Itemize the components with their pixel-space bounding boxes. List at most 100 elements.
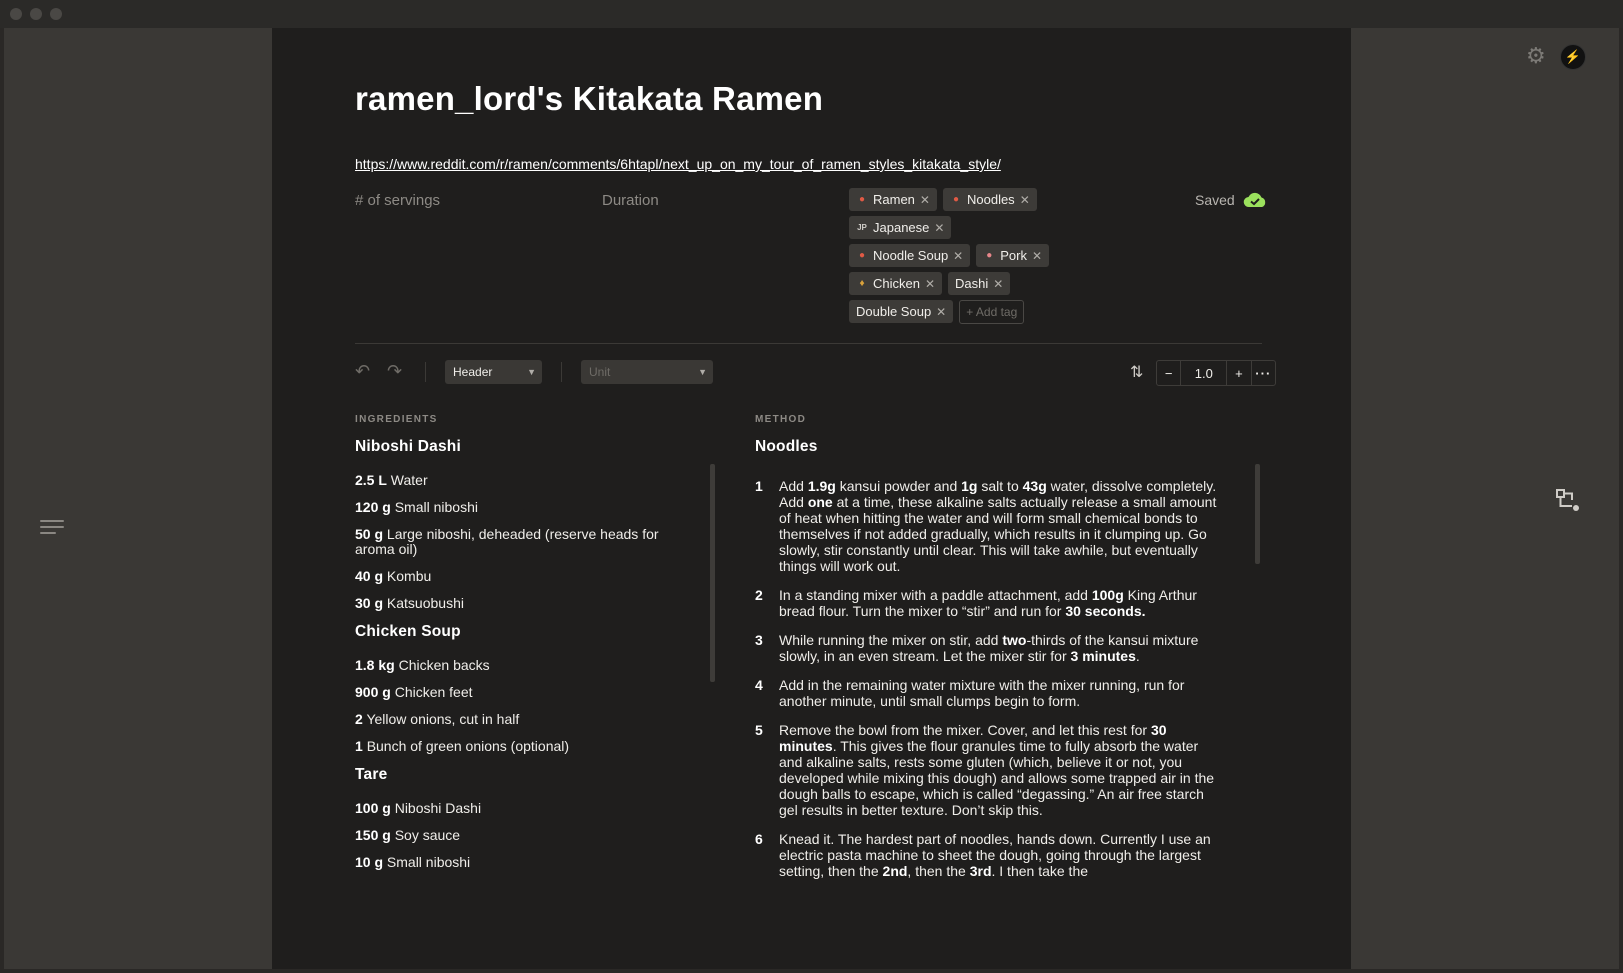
method-list: Noodles 1 Add 1.9g kansui powder and 1g s… xyxy=(755,438,1225,892)
tag-row: JP Japanese ✕ xyxy=(849,216,1079,239)
ingredient-item[interactable]: 900 g Chicken feet xyxy=(355,685,675,700)
method-group-title[interactable]: Noodles xyxy=(755,438,1225,456)
ingredient-item[interactable]: 2 Yellow onions, cut in half xyxy=(355,712,675,727)
add-tag-input[interactable]: + Add tag xyxy=(959,300,1025,324)
redo-icon[interactable]: ↷ xyxy=(387,361,402,382)
tag-chip[interactable]: ● Ramen ✕ xyxy=(849,188,937,211)
flow-icon[interactable] xyxy=(1555,488,1581,514)
ingredient-name: Soy sauce xyxy=(394,827,461,843)
remove-tag-icon[interactable]: ✕ xyxy=(936,305,946,319)
avatar[interactable]: ⚡ xyxy=(1560,44,1586,70)
tag-row: ● Ramen ✕ ● Noodles ✕ xyxy=(849,188,1079,211)
ingredient-name: Large niboshi, deheaded (reserve heads f… xyxy=(355,526,659,557)
method-step[interactable]: 4 Add in the remaining water mixture with… xyxy=(755,677,1225,709)
remove-tag-icon[interactable]: ✕ xyxy=(934,221,944,235)
tag-chip[interactable]: Double Soup ✕ xyxy=(849,300,954,323)
ingredient-item[interactable]: 1 Bunch of green onions (optional) xyxy=(355,739,675,754)
remove-tag-icon[interactable]: ✕ xyxy=(993,277,1003,291)
remove-tag-icon[interactable]: ✕ xyxy=(1032,249,1042,263)
menu-icon[interactable] xyxy=(40,520,64,536)
ingredient-name: Yellow onions, cut in half xyxy=(366,711,520,727)
decrement-button[interactable]: − xyxy=(1157,361,1180,385)
tag-chip[interactable]: Dashi ✕ xyxy=(948,272,1011,295)
scale-stepper: − 1.0 + ··· xyxy=(1156,360,1276,386)
increment-button[interactable]: + xyxy=(1227,361,1250,385)
undo-icon[interactable]: ↶ xyxy=(355,361,370,382)
ingredient-item[interactable]: 2.5 L Water xyxy=(355,473,675,488)
ingredient-item[interactable]: 1.8 kg Chicken backs xyxy=(355,658,675,673)
ingredient-name: Small niboshi xyxy=(394,499,478,515)
tag-label: Double Soup xyxy=(856,304,932,319)
chevron-down-icon: ▼ xyxy=(527,367,536,377)
method-step[interactable]: 3 While running the mixer on stir, add tw… xyxy=(755,632,1225,664)
close-window-button[interactable] xyxy=(10,8,22,20)
pig-icon: ● xyxy=(986,250,993,261)
ingredient-quantity: 150 g xyxy=(355,827,391,843)
tag-chip[interactable]: ♦ Chicken ✕ xyxy=(849,272,943,295)
ingredient-item[interactable]: 100 g Niboshi Dashi xyxy=(355,801,675,816)
tag-chip[interactable]: ● Noodles ✕ xyxy=(942,188,1037,211)
header-divider xyxy=(355,343,1262,344)
gear-icon[interactable]: ⚙ xyxy=(1526,45,1548,67)
method-scrollbar[interactable] xyxy=(1255,464,1260,564)
tag-label: Noodles xyxy=(966,192,1015,207)
scale-value[interactable]: 1.0 xyxy=(1180,361,1228,385)
ingredient-quantity: 2.5 L xyxy=(355,472,387,488)
more-options-button[interactable]: ··· xyxy=(1250,361,1275,385)
maximize-window-button[interactable] xyxy=(50,8,62,20)
method-step[interactable]: 1 Add 1.9g kansui powder and 1g salt to 4… xyxy=(755,478,1225,574)
step-text: Remove the bowl from the mixer. Cover, a… xyxy=(779,722,1215,818)
ingredient-item[interactable]: 40 g Kombu xyxy=(355,569,675,584)
remove-tag-icon[interactable]: ✕ xyxy=(925,277,935,291)
ingredient-group-title[interactable]: Tare xyxy=(355,766,675,784)
ingredient-quantity: 30 g xyxy=(355,595,384,611)
ingredient-quantity: 50 g xyxy=(355,526,384,542)
ingredient-quantity: 120 g xyxy=(355,499,391,515)
ingredient-item[interactable]: 10 g Small niboshi xyxy=(355,855,675,870)
jp-flag-icon: JP xyxy=(857,223,867,232)
noodle-bowl-icon: ● xyxy=(858,250,866,261)
source-link[interactable]: https://www.reddit.com/r/ramen/comments/… xyxy=(355,156,1001,172)
tag-chip[interactable]: JP Japanese ✕ xyxy=(849,216,952,239)
ingredient-item[interactable]: 30 g Katsuobushi xyxy=(355,596,675,611)
ingredient-quantity: 10 g xyxy=(355,854,384,870)
window-titlebar xyxy=(0,0,1623,28)
remove-tag-icon[interactable]: ✕ xyxy=(920,193,930,207)
method-step[interactable]: 2 In a standing mixer with a paddle attac… xyxy=(755,587,1225,619)
unit-select[interactable]: Unit ▼ xyxy=(581,360,713,384)
recipe-title[interactable]: ramen_lord's Kitakata Ramen xyxy=(355,80,823,118)
ingredient-name: Chicken feet xyxy=(394,684,473,700)
save-status: Saved xyxy=(1195,192,1267,208)
tag-label: Dashi xyxy=(955,276,989,291)
ingredient-group-title[interactable]: Chicken Soup xyxy=(355,623,675,641)
servings-field[interactable]: # of servings xyxy=(355,192,440,209)
ingredient-quantity: 1 xyxy=(355,738,363,754)
remove-tag-icon[interactable]: ✕ xyxy=(953,249,963,263)
ingredient-quantity: 40 g xyxy=(355,568,384,584)
ingredient-item[interactable]: 120 g Small niboshi xyxy=(355,500,675,515)
ingredient-item[interactable]: 50 g Large niboshi, deheaded (reserve he… xyxy=(355,527,675,557)
remove-tag-icon[interactable]: ✕ xyxy=(1020,193,1030,207)
method-step[interactable]: 6 Knead it. The hardest part of noodles, … xyxy=(755,831,1225,879)
block-type-select[interactable]: Header ▼ xyxy=(445,360,542,384)
editor-toolbar: ↶ ↷ Header ▼ Unit ▼ ⇅ − 1.0 + ··· xyxy=(355,358,1276,388)
step-text: In a standing mixer with a paddle attach… xyxy=(779,587,1197,619)
minimize-window-button[interactable] xyxy=(30,8,42,20)
scale-icon[interactable]: ⇅ xyxy=(1130,362,1143,382)
duration-field[interactable]: Duration xyxy=(602,192,659,209)
ingredient-quantity: 1.8 kg xyxy=(355,657,395,673)
rooster-icon: ♦ xyxy=(859,278,865,289)
ingredient-group-title[interactable]: Niboshi Dashi xyxy=(355,438,675,456)
toolbar-separator xyxy=(425,362,426,382)
ingredients-list: Niboshi Dashi 2.5 L Water 120 g Small nibo… xyxy=(355,438,675,882)
tag-chip[interactable]: ● Pork ✕ xyxy=(976,244,1050,267)
tag-label: Japanese xyxy=(873,220,930,235)
ingredient-item[interactable]: 150 g Soy sauce xyxy=(355,828,675,843)
ingredients-scrollbar[interactable] xyxy=(710,464,715,682)
cloud-check-icon xyxy=(1243,192,1265,208)
step-number: 2 xyxy=(755,587,763,603)
method-step[interactable]: 5 Remove the bowl from the mixer. Cover, … xyxy=(755,722,1225,818)
ingredient-name: Chicken backs xyxy=(398,657,490,673)
tag-row: ♦ Chicken ✕ Dashi ✕ xyxy=(849,272,1079,295)
tag-chip[interactable]: ● Noodle Soup ✕ xyxy=(849,244,971,267)
